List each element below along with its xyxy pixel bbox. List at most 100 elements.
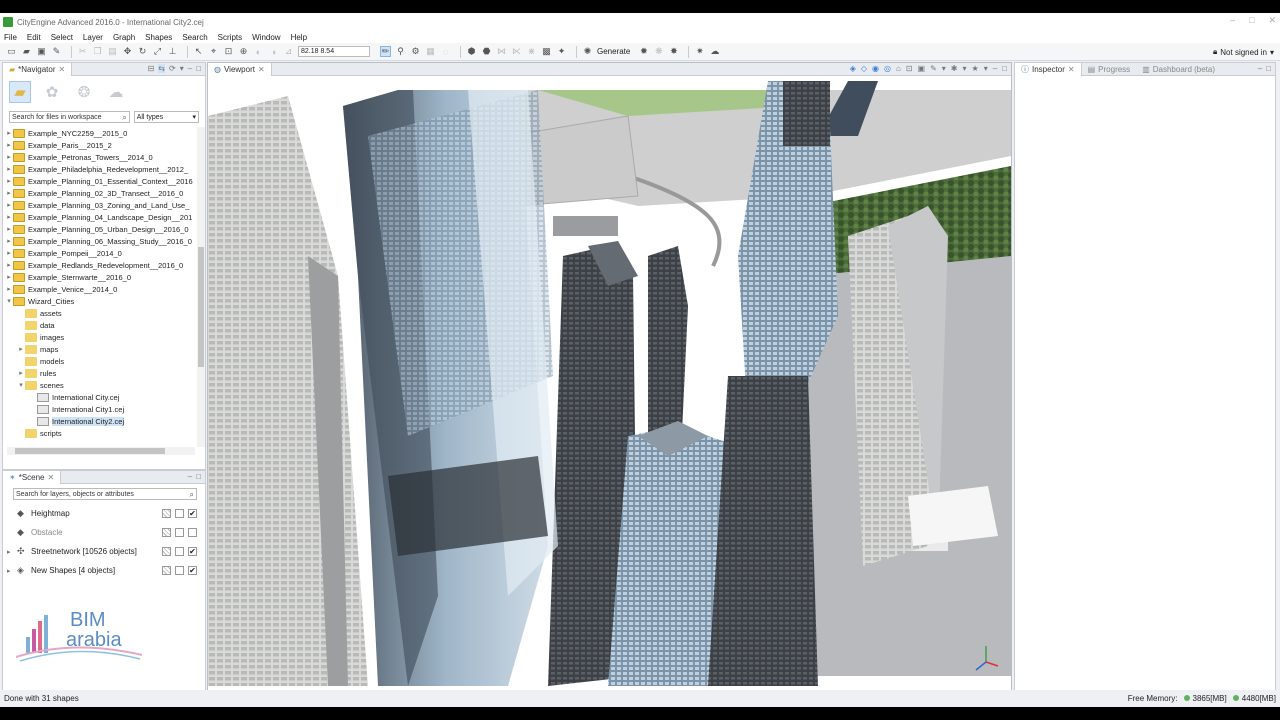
new-icon[interactable]: ▭ (6, 46, 17, 57)
menu-search[interactable]: Search (182, 33, 207, 42)
paint-icon[interactable]: ✎ (930, 64, 937, 73)
refresh-icon[interactable]: ⟳ (169, 64, 176, 73)
cut-icon[interactable]: ✂ (77, 46, 88, 57)
menu-scripts[interactable]: Scripts (218, 33, 242, 42)
tab-inspector[interactable]: ⓘ Inspector ✕ (1015, 62, 1082, 76)
cloud-storage-icon[interactable]: ☁ (105, 81, 127, 103)
coordinates-field[interactable]: 82.18 8.54 (298, 46, 370, 57)
tab-dashboard[interactable]: ▥ Dashboard (beta) (1136, 63, 1221, 76)
menu-file[interactable]: File (4, 33, 17, 42)
tree-item[interactable]: ▸ maps (3, 343, 199, 355)
align-graph-icon[interactable]: ⋉ (511, 46, 522, 57)
tree-item[interactable]: images (3, 331, 199, 343)
camera-icon[interactable]: ⌂ (896, 64, 901, 73)
scene-layer-row[interactable]: ▸ ◈ New Shapes [4 objects] ✔ (3, 561, 205, 580)
dropdown-icon[interactable]: ▾ (942, 64, 946, 73)
visibility-checkbox[interactable]: ✔ (188, 509, 197, 518)
tree-item[interactable]: scripts (3, 427, 199, 439)
bookmarks-icon[interactable]: ★ (972, 64, 979, 73)
chevron-right-icon[interactable]: ▸ (5, 189, 13, 197)
close-icon[interactable]: ✕ (48, 473, 55, 482)
file-type-select[interactable]: All types (133, 111, 199, 123)
tab-progress[interactable]: ▤ Progress (1082, 63, 1137, 76)
scene-layer-row[interactable]: ◆ Obstacle (3, 523, 205, 542)
minimize-button[interactable]: – (1230, 15, 1235, 26)
viewport-3d-scene[interactable] (208, 76, 1011, 686)
tree-item[interactable]: ▸ Example_Sternwarte__2016_0 (3, 271, 199, 283)
dropdown-icon[interactable]: ▾ (963, 64, 967, 73)
transform-icon[interactable]: ⌖ (208, 46, 219, 57)
scene-layer-row[interactable]: ▸ ✣ Streetnetwork [10526 objects] ✔ (3, 542, 205, 561)
menu-help[interactable]: Help (291, 33, 307, 42)
tree-item[interactable]: International City2.cej (3, 415, 199, 427)
chevron-right-icon[interactable]: ▸ (5, 177, 13, 185)
minimize-icon[interactable]: – (993, 64, 997, 73)
terrain-icon[interactable]: ▩ (541, 46, 552, 57)
tree-item[interactable]: ▸ Example_Redlands_Redevelopment__2016_0 (3, 259, 199, 271)
lock-toggle[interactable] (162, 528, 171, 537)
chevron-right-icon[interactable]: ▸ (5, 129, 13, 137)
rotate-icon[interactable]: ↻ (137, 46, 148, 57)
tree-item[interactable]: ▸ Example_Paris__2015_2 (3, 139, 199, 151)
tree-item[interactable]: ▸ Example_NYC2259__2015_0 (3, 127, 199, 139)
dropdown-icon[interactable]: ▾ (984, 64, 988, 73)
tree-item[interactable]: ▸ Example_Planning_05_Urban_Design__2016_… (3, 223, 199, 235)
lock-toggle[interactable] (162, 566, 171, 575)
maximize-icon[interactable]: □ (196, 472, 201, 481)
minimize-icon[interactable]: – (188, 64, 192, 73)
chevron-right-icon[interactable]: ▸ (5, 201, 13, 209)
edit-graph-icon[interactable]: ✦ (556, 46, 567, 57)
chevron-right-icon[interactable]: ▸ (7, 548, 11, 556)
tree-item[interactable]: ▾ scenes (3, 379, 199, 391)
chevron-right-icon[interactable]: ▸ (17, 345, 25, 353)
align-icon[interactable]: ⊥ (167, 46, 178, 57)
tree-item[interactable]: assets (3, 307, 199, 319)
chevron-right-icon[interactable]: ▸ (5, 165, 13, 173)
menu-select[interactable]: Select (51, 33, 73, 42)
snap-icon[interactable]: ◐ (253, 46, 264, 57)
textures-icon[interactable]: ◎ (884, 64, 891, 73)
open-icon[interactable]: ▰ (21, 46, 32, 57)
menu-shapes[interactable]: Shapes (145, 33, 172, 42)
street-tool-icon[interactable]: ⚲ (395, 46, 406, 57)
chevron-down-icon[interactable]: ▾ (17, 381, 25, 389)
close-button[interactable]: ✕ (1268, 15, 1276, 26)
cloud-icon[interactable]: ☁ (709, 46, 720, 57)
online-content-icon[interactable]: ✿ (41, 81, 63, 103)
chevron-right-icon[interactable]: ▸ (5, 153, 13, 161)
tree-item[interactable]: International City.cej (3, 391, 199, 403)
link-editor-icon[interactable]: ⇆ (158, 64, 165, 73)
simplify-icon[interactable]: ⬣ (481, 46, 492, 57)
minimize-icon[interactable]: – (1258, 64, 1262, 73)
chevron-right-icon[interactable]: ▸ (7, 567, 11, 575)
visibility-checkbox[interactable]: ✔ (188, 566, 197, 575)
select-icon[interactable]: ↖ (193, 46, 204, 57)
maximize-icon[interactable]: □ (1002, 64, 1007, 73)
visibility-checkbox[interactable]: ✔ (188, 547, 197, 556)
tree-item[interactable]: ▸ rules (3, 367, 199, 379)
generate-button[interactable]: ✺ Generate (582, 46, 631, 57)
frame-icon[interactable]: ⊡ (223, 46, 234, 57)
workspace-folder-icon[interactable]: ▰ (9, 81, 31, 103)
tree-item[interactable]: ▸ Example_Pompeii__2014_0 (3, 247, 199, 259)
grow-icon[interactable]: ⋇ (526, 46, 537, 57)
arcgis-online-icon[interactable]: ❂ (73, 81, 95, 103)
chevron-right-icon[interactable]: ▸ (5, 237, 13, 245)
chevron-right-icon[interactable]: ▸ (5, 285, 13, 293)
collapse-all-icon[interactable]: ⊟ (148, 64, 155, 73)
lock-toggle[interactable] (162, 509, 171, 518)
minimize-icon[interactable]: – (188, 472, 192, 481)
update-seed-icon[interactable]: ❋ (653, 46, 664, 57)
lock-toggle[interactable] (162, 547, 171, 556)
tab-navigator[interactable]: ▰ *Navigator ✕ (3, 62, 73, 76)
navigation-mode-icon[interactable]: ◈ (850, 64, 856, 73)
wand-icon[interactable]: ✎ (51, 46, 62, 57)
snap-toggle[interactable] (175, 547, 184, 556)
view-menu-icon[interactable]: ▾ (180, 64, 184, 73)
menu-graph[interactable]: Graph (113, 33, 135, 42)
scrollbar-thumb[interactable] (198, 247, 204, 367)
close-icon[interactable]: ✕ (258, 65, 265, 74)
close-icon[interactable]: ✕ (59, 65, 66, 74)
sign-in-menu[interactable]: 🔒︎ Not signed in ▾ (1213, 47, 1274, 57)
search-icon[interactable]: ⌕ (122, 112, 126, 123)
